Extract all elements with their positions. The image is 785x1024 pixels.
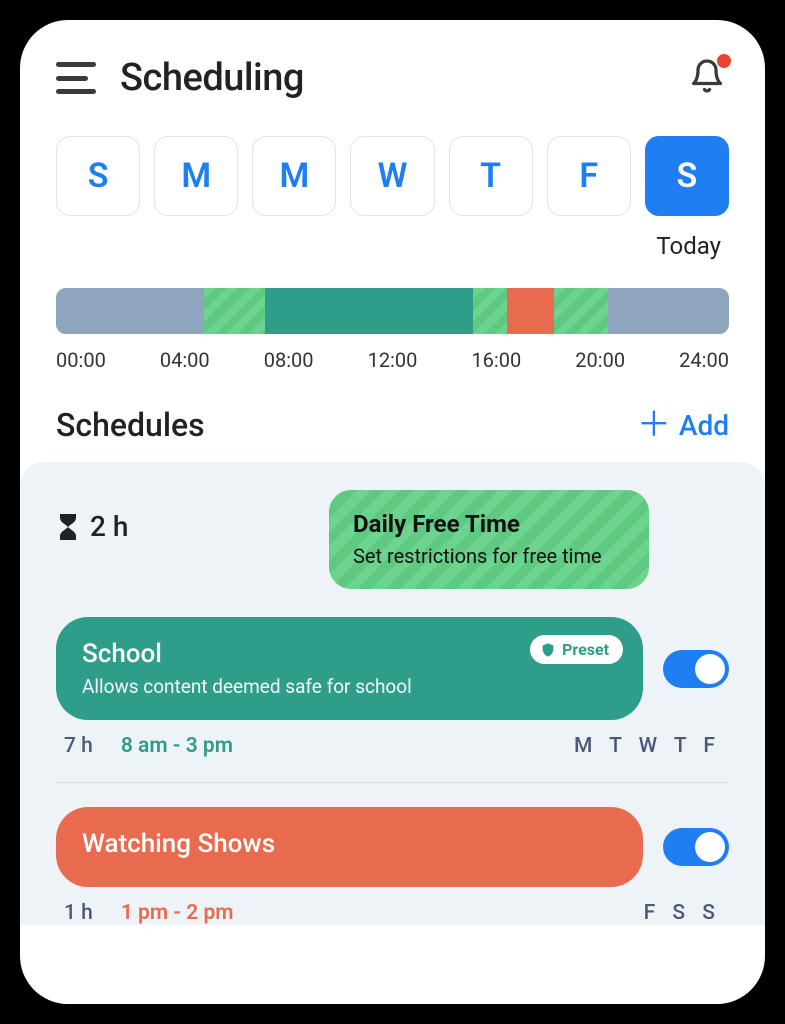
day-chip-active[interactable]: S [645, 136, 729, 216]
hourglass-icon [56, 512, 80, 542]
timeline-segment-orange [507, 288, 554, 334]
tick-label: 12:00 [368, 348, 418, 372]
day-selector: S M M W T F S [56, 136, 729, 216]
schedules-header: Schedules ＋ Add [56, 406, 729, 444]
tick-label: 08:00 [264, 348, 314, 372]
menu-icon[interactable] [56, 62, 96, 94]
schedule-subtitle: Allows content deemed safe for school [82, 675, 617, 698]
timeline-bar [56, 288, 729, 334]
app-screen: Scheduling S M M W T F S Today 00:00 04:… [20, 20, 765, 1004]
schedule-days: F S S [644, 901, 721, 925]
schedule-item: Watching Shows 1 h 1 pm - 2 pm F S S [56, 807, 729, 925]
page-title: Scheduling [120, 56, 304, 100]
schedule-card-school[interactable]: Preset School Allows content deemed safe… [56, 617, 643, 720]
today-label: Today [56, 232, 729, 260]
schedule-time-range: 1 pm - 2 pm [121, 901, 234, 925]
schedule-duration: 1 h [64, 901, 93, 925]
preset-label: Preset [562, 640, 609, 659]
free-time-duration: 2 h [56, 490, 128, 543]
day-chip[interactable]: M [154, 136, 238, 216]
schedule-card-watching-shows[interactable]: Watching Shows [56, 807, 643, 887]
add-schedule-button[interactable]: ＋ Add [637, 408, 729, 442]
day-chip[interactable]: T [449, 136, 533, 216]
free-time-row: 2 h Daily Free Time Set restrictions for… [56, 490, 729, 589]
toggle-knob [695, 832, 725, 862]
tick-label: 24:00 [679, 348, 729, 372]
tick-label: 20:00 [575, 348, 625, 372]
schedules-panel: 2 h Daily Free Time Set restrictions for… [20, 462, 765, 925]
section-title: Schedules [56, 406, 205, 444]
free-time-duration-value: 2 h [90, 510, 128, 543]
add-label: Add [679, 409, 729, 442]
timeline-segment-blue [608, 288, 729, 334]
daily-free-time-card[interactable]: Daily Free Time Set restrictions for fre… [329, 490, 649, 589]
tick-label: 16:00 [471, 348, 521, 372]
free-time-title: Daily Free Time [353, 510, 625, 538]
schedule-duration: 7 h [64, 734, 93, 758]
day-chip[interactable]: M [252, 136, 336, 216]
schedule-toggle[interactable] [663, 828, 729, 866]
timeline-segment-stripe [204, 288, 265, 334]
timeline-segment-stripe [554, 288, 608, 334]
schedule-meta: 1 h 1 pm - 2 pm F S S [56, 901, 729, 925]
shield-icon [540, 642, 556, 658]
plus-icon: ＋ [637, 408, 671, 442]
header: Scheduling [56, 56, 729, 100]
schedule-item: Preset School Allows content deemed safe… [56, 617, 729, 783]
day-chip[interactable]: W [350, 136, 434, 216]
day-chip[interactable]: S [56, 136, 140, 216]
day-chip[interactable]: F [547, 136, 631, 216]
timeline-ticks: 00:00 04:00 08:00 12:00 16:00 20:00 24:0… [56, 348, 729, 372]
notification-dot-icon [717, 54, 731, 68]
timeline-segment-blue [56, 288, 204, 334]
tick-label: 04:00 [160, 348, 210, 372]
schedule-time-range: 8 am - 3 pm [121, 734, 233, 758]
schedule-meta: 7 h 8 am - 3 pm M T W T F [56, 734, 729, 758]
schedule-toggle[interactable] [663, 650, 729, 688]
preset-badge: Preset [530, 635, 623, 664]
timeline-segment-stripe [473, 288, 507, 334]
free-time-subtitle: Set restrictions for free time [353, 544, 625, 569]
toggle-knob [695, 654, 725, 684]
schedule-days: M T W T F [574, 734, 721, 758]
schedule-title: Watching Shows [82, 829, 617, 859]
notifications-button[interactable] [689, 58, 729, 98]
timeline-segment-teal [265, 288, 474, 334]
tick-label: 00:00 [56, 348, 106, 372]
